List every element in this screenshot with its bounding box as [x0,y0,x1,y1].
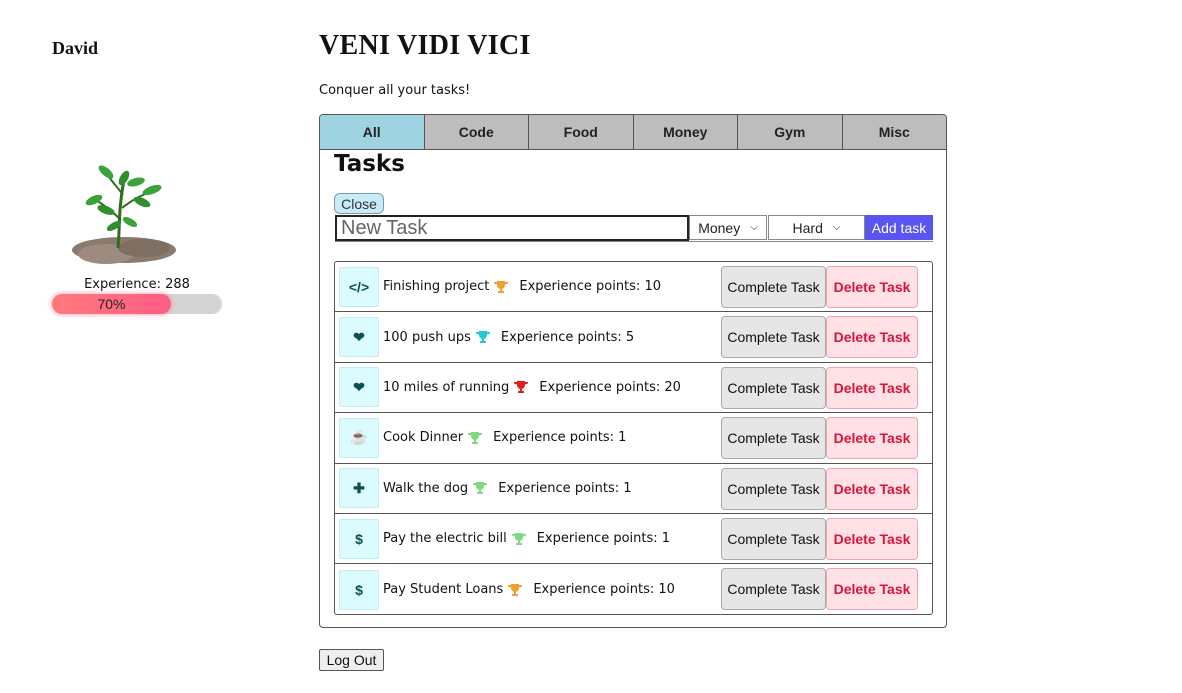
task-name: Walk the dog [383,480,469,496]
experience-progress-bar: 70% [52,294,222,314]
complete-task-button[interactable]: Complete Task [721,366,826,409]
delete-task-button[interactable]: Delete Task [826,316,918,359]
tab-food[interactable]: Food [529,115,634,149]
tab-gym[interactable]: Gym [738,115,843,149]
new-task-input[interactable] [335,215,689,241]
task-name: 100 push ups [383,329,471,345]
task-xp: Experience points: 1 [493,430,627,446]
tab-code[interactable]: Code [424,115,529,149]
delete-task-button[interactable]: Delete Task [826,366,918,409]
tab-money[interactable]: Money [633,115,738,149]
plus-icon: ✚ [339,468,379,509]
task-row: ❤ 10 miles of running Experience points:… [335,363,932,414]
task-name: Cook Dinner [383,430,464,446]
code-icon: </> [339,266,379,307]
task-row: ❤ 100 push ups Experience points: 5 Comp… [335,312,932,363]
tab-misc[interactable]: Misc [842,115,946,149]
trophy-icon [473,482,488,495]
heart-icon: ❤ [339,367,379,408]
category-select[interactable]: Money ⌵ [689,215,767,240]
difficulty-select[interactable]: Hard ⌵ [768,215,865,240]
complete-task-button[interactable]: Complete Task [721,266,826,308]
delete-task-button[interactable]: Delete Task [826,417,918,460]
task-name: Pay the electric bill [383,531,507,547]
experience-progress-fill: 70% [52,294,171,314]
task-row: ☕ Cook Dinner Experience points: 1 Compl… [335,413,932,464]
app-title: VENI VIDI VICI [319,30,531,61]
delete-task-button[interactable]: Delete Task [826,266,918,308]
task-row: $ Pay Student Loans Experience points: 1… [335,564,932,614]
delete-task-button[interactable]: Delete Task [826,467,918,510]
trophy-icon [494,280,509,293]
task-row: </> Finishing project Experience points:… [335,262,932,313]
plant-illustration [72,165,176,264]
experience-label: Experience: 288 [84,277,190,292]
complete-task-button[interactable]: Complete Task [721,568,826,611]
chevron-down-icon: ⌵ [832,222,841,233]
task-xp: Experience points: 5 [500,329,635,345]
divider [335,241,933,242]
complete-task-button[interactable]: Complete Task [721,316,826,359]
task-xp: Experience points: 10 [533,582,675,598]
trophy-icon [475,331,490,344]
trophy-icon [508,583,523,596]
complete-task-button[interactable]: Complete Task [721,467,826,510]
heart-icon: ❤ [339,317,379,358]
difficulty-select-value: Hard [792,219,823,236]
chevron-down-icon: ⌵ [750,222,758,233]
task-name: Finishing project [383,279,490,295]
trophy-icon [511,532,526,545]
trophy-icon [514,381,529,394]
tagline: Conquer all your tasks! [319,83,471,98]
trophy-icon [468,431,483,444]
task-name: 10 miles of running [383,379,510,395]
complete-task-button[interactable]: Complete Task [721,517,826,560]
delete-task-button[interactable]: Delete Task [826,517,918,560]
add-task-button[interactable]: Add task [865,215,933,240]
task-name: Pay Student Loans [383,582,504,598]
task-row: ✚ Walk the dog Experience points: 1 Comp… [335,464,932,514]
category-tabs: All Code Food Money Gym Misc [320,115,946,150]
task-xp: Experience points: 10 [519,279,661,295]
dollar-icon: $ [339,518,379,559]
user-name: David [52,38,99,58]
task-row: $ Pay the electric bill Experience point… [335,514,932,565]
category-select-value: Money [698,219,741,236]
dollar-icon: $ [339,569,379,610]
close-button[interactable]: Close [334,193,384,214]
coffee-icon: ☕ [339,417,379,458]
tab-all[interactable]: All [320,115,425,149]
task-panel: All Code Food Money Gym Misc Tasks Close… [319,114,947,628]
task-xp: Experience points: 1 [498,480,632,496]
task-list: </> Finishing project Experience points:… [334,261,933,615]
task-xp: Experience points: 20 [539,379,681,395]
delete-task-button[interactable]: Delete Task [826,568,918,611]
task-xp: Experience points: 1 [536,531,671,547]
logout-button[interactable]: Log Out [319,649,384,671]
complete-task-button[interactable]: Complete Task [721,417,826,460]
tasks-heading: Tasks [334,151,405,177]
